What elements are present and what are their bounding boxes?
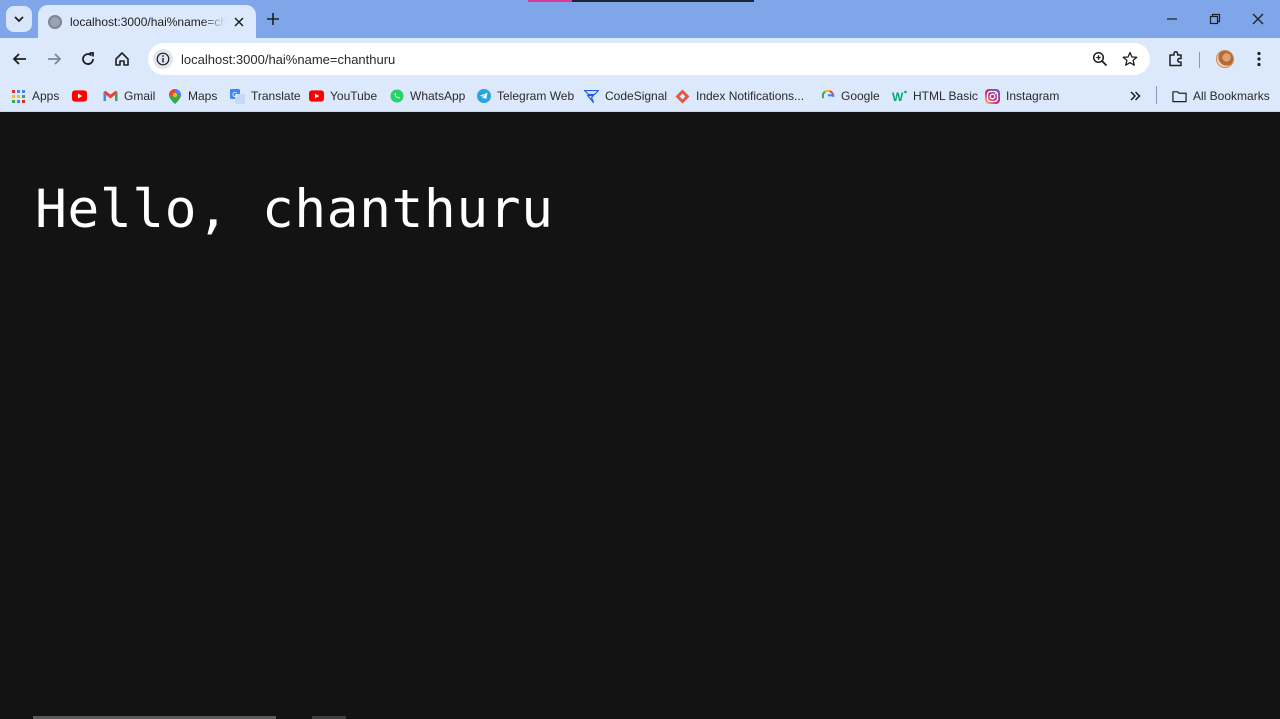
svg-text:W: W	[892, 90, 904, 102]
window-accent-bar	[528, 0, 754, 2]
bookmark-label: Translate	[251, 89, 301, 103]
home-button[interactable]	[109, 46, 135, 72]
tab-title: localhost:3000/hai%name=chanthuru	[70, 14, 226, 29]
new-tab-button[interactable]	[262, 8, 284, 30]
bookmark-label: Maps	[188, 89, 218, 103]
bookmark-label: HTML Basic	[913, 89, 978, 103]
index-notifications-icon	[675, 89, 690, 104]
chevron-down-icon	[14, 16, 24, 23]
puzzle-icon	[1169, 50, 1182, 67]
bookmark-youtube-1[interactable]	[72, 86, 93, 106]
site-info-icon[interactable]	[153, 49, 173, 69]
address-bar[interactable]: localhost:3000/hai%name=chanthuru	[148, 43, 1150, 75]
bookmark-html-basic[interactable]: W HTML Basic	[892, 86, 978, 106]
bookmarks-bar: Apps Gmail Maps G Translate YouTube What…	[0, 80, 1280, 112]
forward-button[interactable]	[41, 46, 67, 72]
double-chevron-right-icon	[1127, 89, 1142, 104]
bookmark-apps[interactable]: Apps	[11, 86, 59, 106]
browser-tab-active[interactable]: localhost:3000/hai%name=chanthuru	[38, 5, 256, 38]
bookmark-label: Google	[841, 89, 880, 103]
bookmark-label: Index Notifications...	[696, 89, 805, 103]
bookmark-instagram[interactable]: Instagram	[985, 86, 1059, 106]
restore-button[interactable]	[1203, 8, 1227, 30]
bookmark-label: WhatsApp	[410, 89, 466, 103]
bookmark-codesignal[interactable]: CodeSignal	[584, 86, 667, 106]
codesignal-icon	[584, 89, 599, 104]
home-icon	[115, 52, 129, 66]
all-bookmarks-label: All Bookmarks	[1193, 89, 1270, 103]
w3schools-icon: W	[892, 89, 907, 104]
bookmark-telegram[interactable]: Telegram Web	[476, 86, 574, 106]
bookmark-label: YouTube	[330, 89, 378, 103]
bookmark-gmail[interactable]: Gmail	[103, 86, 155, 106]
bookmark-google[interactable]: Google	[820, 86, 880, 106]
toolbar-divider	[1199, 52, 1200, 68]
extensions-button[interactable]	[1163, 46, 1189, 72]
greeting-heading: Hello, chanthuru	[35, 179, 554, 240]
bookmark-label: Instagram	[1006, 89, 1060, 103]
browser-toolbar: localhost:3000/hai%name=chanthuru	[0, 38, 1280, 80]
plus-icon	[267, 13, 279, 25]
youtube-icon	[72, 89, 87, 104]
reload-icon	[82, 52, 94, 65]
arrow-left-icon	[12, 53, 26, 65]
globe-icon	[48, 14, 62, 29]
youtube-icon	[309, 89, 324, 104]
arrow-right-icon	[48, 53, 62, 65]
bookmark-label: Telegram Web	[497, 89, 575, 103]
bookmark-translate[interactable]: G Translate	[230, 86, 301, 106]
profile-avatar[interactable]	[1216, 50, 1234, 68]
whatsapp-icon	[389, 89, 404, 104]
bookmark-star-icon[interactable]	[1120, 49, 1140, 69]
telegram-icon	[476, 89, 491, 104]
bookmarks-overflow-button[interactable]	[1127, 86, 1148, 106]
minimize-icon	[1167, 18, 1177, 20]
close-icon	[1252, 13, 1264, 25]
instagram-icon	[985, 88, 1000, 104]
bookmark-youtube-2[interactable]: YouTube	[309, 86, 377, 106]
restore-icon	[1209, 13, 1221, 25]
bookmark-maps[interactable]: Maps	[167, 86, 217, 106]
translate-icon: G	[230, 88, 245, 104]
tab-search-button[interactable]	[6, 6, 32, 32]
chrome-menu-button[interactable]	[1246, 46, 1272, 72]
svg-text:G: G	[232, 92, 237, 99]
bookmark-whatsapp[interactable]: WhatsApp	[389, 86, 465, 106]
bookmarks-divider	[1156, 86, 1157, 104]
bookmark-label: Apps	[32, 89, 60, 103]
url-text[interactable]: localhost:3000/hai%name=chanthuru	[181, 52, 395, 67]
more-vertical-icon	[1257, 51, 1261, 67]
all-bookmarks-button[interactable]: All Bookmarks	[1172, 86, 1270, 106]
close-icon[interactable]	[230, 13, 248, 31]
maps-pin-icon	[167, 88, 182, 104]
bookmark-label: Gmail	[124, 89, 156, 103]
bookmark-label: CodeSignal	[605, 89, 668, 103]
gmail-icon	[103, 89, 118, 104]
bookmark-index-notifications[interactable]: Index Notifications...	[675, 86, 804, 106]
apps-grid-icon	[11, 89, 26, 104]
page-content: Hello, chanthuru	[0, 113, 1280, 719]
minimize-button[interactable]	[1160, 8, 1184, 30]
tab-strip: localhost:3000/hai%name=chanthuru	[0, 0, 1280, 38]
zoom-icon[interactable]	[1090, 49, 1110, 69]
back-button[interactable]	[7, 46, 33, 72]
folder-icon	[1172, 89, 1187, 104]
google-icon	[820, 89, 835, 104]
reload-button[interactable]	[75, 46, 101, 72]
close-window-button[interactable]	[1246, 8, 1270, 30]
